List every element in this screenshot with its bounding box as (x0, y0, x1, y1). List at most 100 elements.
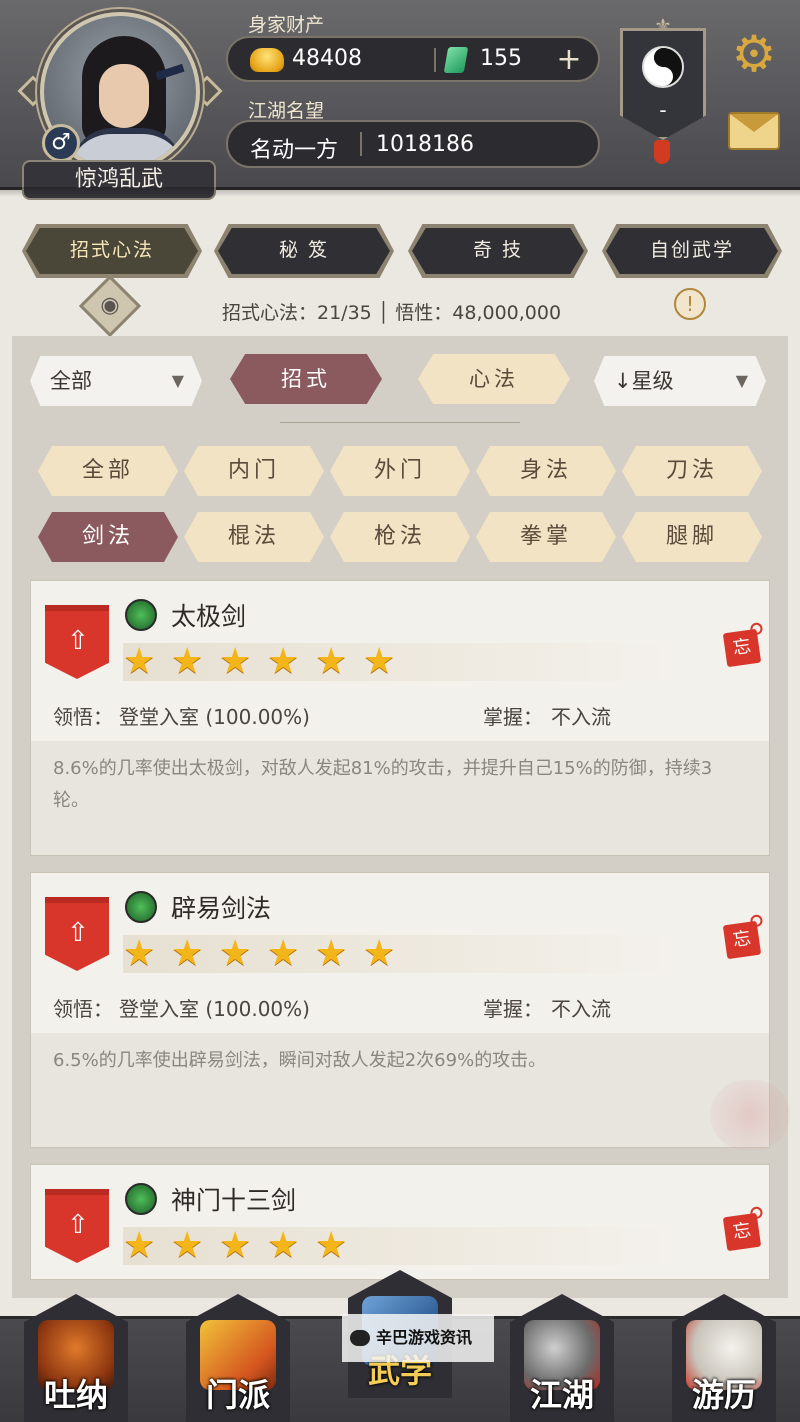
add-currency-button[interactable]: + (552, 44, 586, 78)
chevron-down-icon: ▼ (735, 371, 748, 390)
gold-amount: 48408 (292, 46, 362, 71)
filter-staff[interactable]: 棍法 (184, 512, 324, 562)
filter-all[interactable]: 全部 (38, 446, 178, 496)
nav-label: 门派 (205, 1376, 270, 1414)
skill-name: 神门十三剑 (171, 1186, 297, 1215)
player-name: 惊鸿乱武 (22, 160, 216, 200)
settings-gear-icon[interactable]: ⚙ (726, 26, 782, 82)
star-icon: ★ (171, 1225, 204, 1266)
wealth-bar: 48408 155 + (226, 36, 600, 82)
filter-sword[interactable]: 剑法 (38, 512, 178, 562)
sort-dropdown[interactable]: ↓星级 ▼ (594, 356, 766, 406)
gold-ingot-icon (250, 48, 284, 72)
eye-icon: ◉ (100, 293, 120, 318)
star-rating: ★ ★ ★ ★ ★ ★ (123, 643, 673, 681)
forget-button[interactable]: 忘 (722, 1212, 762, 1252)
type-moves-button[interactable]: 招式 (230, 354, 382, 404)
fame-title: 名动一方 (250, 138, 339, 163)
nav-label: 吐纳 (43, 1376, 108, 1414)
star-icon: ★ (123, 1225, 156, 1266)
nav-jianghu[interactable]: 江湖 (510, 1294, 614, 1422)
star-icon: ★ (315, 641, 348, 682)
watermark: 辛巴游戏资讯 (342, 1314, 494, 1362)
star-icon: ★ (123, 641, 156, 682)
type-methods-button[interactable]: 心法 (418, 354, 570, 404)
nav-breathing[interactable]: 吐纳 (24, 1294, 128, 1422)
info-icon[interactable]: ! (674, 288, 706, 320)
star-icon: ★ (219, 933, 252, 974)
star-icon: ★ (171, 933, 204, 974)
star-icon: ★ (363, 641, 396, 682)
comprehension-value: 登堂入室 (100.00%) (119, 705, 310, 729)
filter-spear[interactable]: 枪法 (330, 512, 470, 562)
forget-button[interactable]: 忘 (722, 628, 762, 668)
fame-value: 1018186 (376, 132, 474, 157)
star-icon: ★ (363, 933, 396, 974)
player-header: ♂ 惊鸿乱武 身家财产 48408 155 + 江湖名望 名动一方 101818… (0, 0, 800, 200)
sword-type-icon (125, 891, 157, 923)
tab-special-skills[interactable]: 奇 技 (412, 228, 584, 274)
nav-sect[interactable]: 门派 (186, 1294, 290, 1422)
mastery-value: 不入流 (551, 705, 611, 729)
nav-label: 游历 (691, 1376, 756, 1414)
filter-outer[interactable]: 外门 (330, 446, 470, 496)
nav-label: 江湖 (529, 1376, 594, 1414)
sect-value: - (659, 98, 667, 122)
nav-travel[interactable]: 游历 (672, 1294, 776, 1422)
comprehension-label: 领悟： (53, 705, 113, 729)
filter-inner[interactable]: 内门 (184, 446, 324, 496)
tab-moves-methods[interactable]: 招式心法 (26, 228, 198, 274)
star-icon: ★ (171, 641, 204, 682)
star-icon: ★ (267, 1225, 300, 1266)
skill-name: 辟易剑法 (171, 894, 272, 923)
skill-description: 8.6%的几率使出太极剑，对敌人发起81%的攻击，并提升自己15%的防御，持续3… (53, 758, 713, 811)
arrow-up-icon: ⇧ (67, 1210, 89, 1240)
filter-leg[interactable]: 腿脚 (622, 512, 762, 562)
watermark-text: 辛巴游戏资讯 (376, 1328, 473, 1347)
upgrade-banner-icon[interactable]: ⇧ (45, 605, 109, 679)
skill-name: 太极剑 (171, 602, 247, 631)
skill-card[interactable]: ⇧ 辟易剑法 ★ ★ ★ ★ ★ ★ 忘 领悟： 登堂入室 (100.00%) … (30, 872, 770, 1148)
category-dropdown[interactable]: 全部 ▼ (30, 356, 202, 406)
star-rating: ★ ★ ★ ★ ★ ★ (123, 935, 673, 973)
jade-icon (443, 47, 469, 73)
arrow-up-icon: ⇧ (67, 626, 89, 656)
star-icon: ★ (219, 1225, 252, 1266)
filter-fist[interactable]: 拳掌 (476, 512, 616, 562)
tab-secret-books[interactable]: 秘 笈 (218, 228, 390, 274)
skill-card[interactable]: ⇧ 太极剑 ★ ★ ★ ★ ★ ★ 忘 领悟： 登堂入室 (100.00%) 掌… (30, 580, 770, 856)
fame-label: 江湖名望 (248, 100, 325, 122)
mastery-label: 掌握： (483, 705, 543, 729)
upgrade-banner-icon[interactable]: ⇧ (45, 897, 109, 971)
category-dropdown-label: 全部 (50, 369, 92, 393)
arrow-up-icon: ⇧ (67, 918, 89, 948)
mastery-label: 掌握： (483, 997, 543, 1021)
star-rating: ★ ★ ★ ★ ★ (123, 1227, 673, 1265)
mastery-value: 不入流 (551, 997, 611, 1021)
chevron-down-icon: ▼ (171, 371, 184, 390)
wealth-label: 身家财产 (248, 14, 325, 36)
comprehension-value: 登堂入室 (100.00%) (119, 997, 310, 1021)
star-icon: ★ (219, 641, 252, 682)
taiji-icon (642, 46, 684, 88)
sword-type-icon (125, 599, 157, 631)
star-icon: ★ (267, 933, 300, 974)
jade-amount: 155 (480, 46, 522, 71)
skill-card[interactable]: ⇧ 神门十三剑 ★ ★ ★ ★ ★ 忘 (30, 1164, 770, 1280)
filter-movement[interactable]: 身法 (476, 446, 616, 496)
tassel-icon (654, 140, 670, 164)
tab-self-created[interactable]: 自创武学 (606, 228, 778, 274)
sort-dropdown-label: ↓星级 (614, 369, 674, 393)
mail-icon[interactable] (728, 112, 780, 150)
skill-stats: 招式心法：21/35 │ 悟性：48,000,000 (222, 302, 562, 324)
upgrade-banner-icon[interactable]: ⇧ (45, 1189, 109, 1263)
cloud-decoration (710, 1080, 790, 1150)
gamepad-icon (350, 1330, 370, 1346)
forget-button[interactable]: 忘 (722, 920, 762, 960)
star-icon: ★ (315, 1225, 348, 1266)
star-icon: ★ (123, 933, 156, 974)
comprehension-label: 领悟： (53, 997, 113, 1021)
fame-bar: 名动一方 1018186 (226, 120, 600, 168)
star-icon: ★ (315, 933, 348, 974)
filter-blade[interactable]: 刀法 (622, 446, 762, 496)
